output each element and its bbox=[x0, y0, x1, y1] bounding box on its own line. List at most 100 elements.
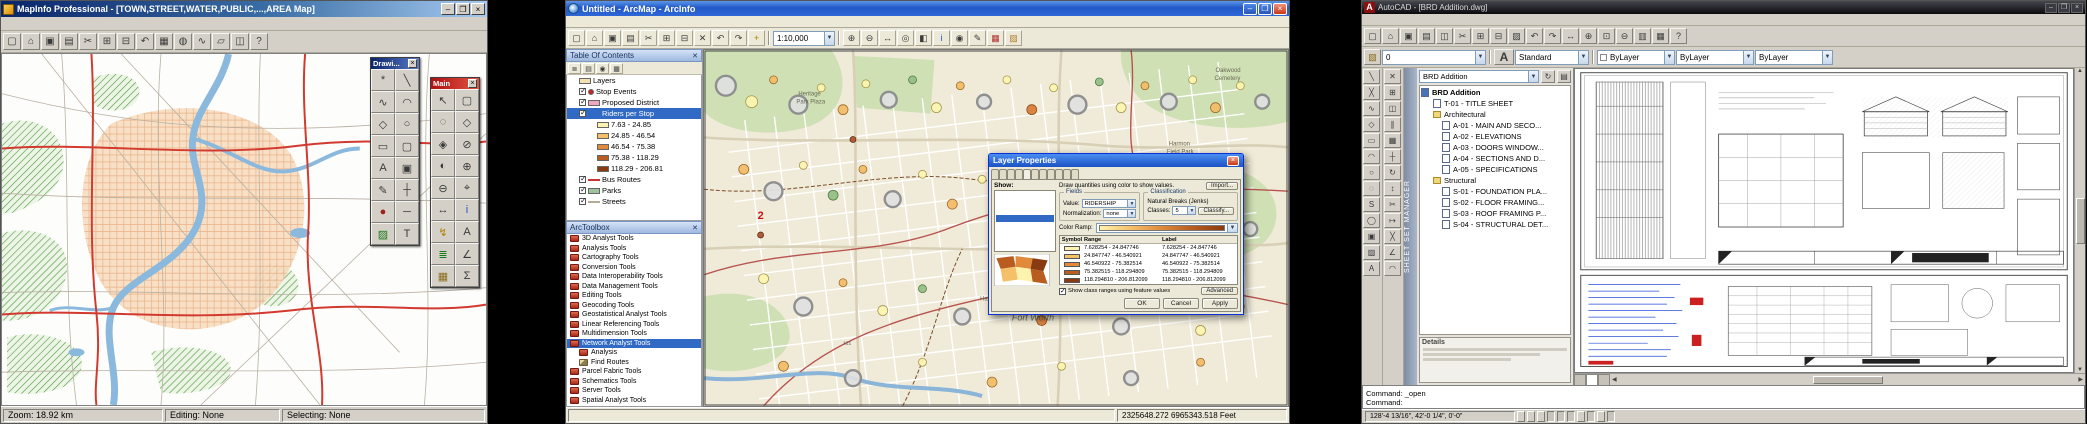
import-button[interactable]: Import... bbox=[1206, 182, 1238, 190]
dialog-tab[interactable] bbox=[1047, 169, 1055, 179]
revision-cloud-icon[interactable]: ◌ bbox=[1363, 181, 1380, 196]
apply-button[interactable]: Apply bbox=[1202, 298, 1238, 309]
color-combo[interactable]: ByLayer ▼ bbox=[1597, 50, 1675, 65]
menu-item[interactable] bbox=[1392, 19, 1402, 21]
layer-checkbox[interactable] bbox=[579, 99, 586, 106]
scrollbar-thumb[interactable] bbox=[1813, 376, 1883, 384]
insert-block-icon[interactable]: ▣ bbox=[1363, 229, 1380, 244]
mode-toggle-button[interactable] bbox=[1607, 411, 1615, 422]
command-line[interactable]: Command: _open Command: bbox=[1362, 385, 2085, 409]
toolbox-item[interactable]: Schematics Tools bbox=[567, 377, 701, 387]
show-tree-item[interactable] bbox=[996, 192, 1054, 200]
polygon-select-icon[interactable]: ◇ bbox=[455, 111, 479, 133]
scroll-right-icon[interactable]: ▶ bbox=[2078, 376, 2083, 383]
toc-layer-row[interactable]: 7.63 - 24.85 bbox=[567, 119, 701, 130]
new-redistricter-icon[interactable]: ◫ bbox=[231, 33, 249, 50]
sheet-tree-item[interactable]: Architectural bbox=[1421, 109, 1569, 120]
construction-line-icon[interactable]: ╳ bbox=[1363, 85, 1380, 100]
menu-item[interactable] bbox=[81, 23, 91, 25]
save-map-icon[interactable]: ▣ bbox=[604, 30, 621, 46]
redo-icon[interactable]: ↷ bbox=[1544, 28, 1561, 44]
dialog-tab[interactable] bbox=[1071, 169, 1079, 179]
arctoolbox-icon[interactable]: ▦ bbox=[987, 30, 1004, 46]
toc-layer-row[interactable]: 75.38 - 118.29 bbox=[567, 152, 701, 163]
polyline-icon[interactable]: ∿ bbox=[1363, 101, 1380, 116]
symbol-class-row[interactable]: 75.382515 - 118.294809 75.382515 - 118.2… bbox=[1060, 268, 1237, 276]
drawing-toolbar-titlebar[interactable]: Drawi... × bbox=[371, 58, 419, 69]
text-style-icon[interactable]: T bbox=[395, 223, 419, 245]
symbol-class-row[interactable]: 7.628254 - 24.847746 7.628254 - 24.84774… bbox=[1060, 244, 1237, 252]
rotate-icon[interactable]: ↻ bbox=[1384, 165, 1401, 180]
rounded-rectangle-tool-icon[interactable]: ▢ bbox=[395, 135, 419, 157]
pan-icon[interactable]: ↔ bbox=[879, 30, 896, 46]
sheet-tree-item[interactable]: T-01 - TITLE SHEET bbox=[1421, 98, 1569, 109]
open-icon[interactable]: ⌂ bbox=[1382, 28, 1399, 44]
close-icon[interactable]: ✕ bbox=[692, 52, 698, 60]
cut-icon[interactable]: ✂ bbox=[640, 30, 657, 46]
toc-layer-row[interactable]: 24.85 - 46.54 bbox=[567, 130, 701, 141]
menu-item[interactable] bbox=[1422, 19, 1432, 21]
scale-icon[interactable]: ↕ bbox=[1384, 181, 1401, 196]
toolbox-item[interactable]: Network Analyst Tools bbox=[567, 339, 701, 349]
break-icon[interactable]: ╳ bbox=[1384, 229, 1401, 244]
sheet-tree-item[interactable]: A-05 - SPECIFICATIONS bbox=[1421, 164, 1569, 175]
toolbox-item[interactable]: Data Management Tools bbox=[567, 282, 701, 292]
menu-item[interactable] bbox=[91, 23, 101, 25]
undo-icon[interactable]: ↶ bbox=[1526, 28, 1543, 44]
sheet-tree-item[interactable]: A-01 - MAIN AND SECO... bbox=[1421, 120, 1569, 131]
invert-selection-icon[interactable]: ◐ bbox=[431, 155, 455, 177]
status-selecting[interactable]: Selecting: None bbox=[282, 409, 485, 422]
feature-values-checkbox[interactable] bbox=[1059, 288, 1066, 295]
color-ramp-combo[interactable]: ▼ bbox=[1096, 223, 1238, 233]
menu-item[interactable] bbox=[1452, 19, 1462, 21]
close-icon[interactable]: × bbox=[1227, 156, 1239, 166]
show-tree-item[interactable] bbox=[996, 230, 1054, 238]
layout-tab[interactable] bbox=[1598, 374, 1610, 385]
paste-icon[interactable]: ⊟ bbox=[676, 30, 693, 46]
close-icon[interactable]: × bbox=[468, 79, 477, 88]
hatch-icon[interactable]: ▨ bbox=[1363, 245, 1380, 260]
toolbox-item[interactable]: Geocoding Tools bbox=[567, 301, 701, 311]
zoom-out-icon[interactable]: ⊖ bbox=[431, 177, 455, 199]
print-icon[interactable]: ▤ bbox=[60, 33, 78, 50]
mapinfo-map-view[interactable]: Drawi... × *╲∿◠◇○▭▢A▣✎┼●─▨T Main × ↖▢◌◇◈… bbox=[1, 53, 487, 406]
rectangle-tool-icon[interactable]: ▭ bbox=[371, 135, 395, 157]
select-features-icon[interactable]: ◧ bbox=[915, 30, 932, 46]
info-tool-icon[interactable]: i bbox=[455, 199, 479, 221]
maximize-button[interactable]: ❐ bbox=[1258, 3, 1272, 15]
zoom-window-icon[interactable]: ⊡ bbox=[1598, 28, 1615, 44]
symbol-class-table[interactable]: Symbol Range Label 7.628254 - 24.847746 … bbox=[1059, 235, 1238, 285]
normalization-combo[interactable]: none ▼ bbox=[1103, 209, 1136, 218]
ruler-icon[interactable]: ∠ bbox=[455, 243, 479, 265]
properties-icon[interactable]: ▥ bbox=[1634, 28, 1651, 44]
find-icon[interactable]: ◉ bbox=[951, 30, 968, 46]
undo-icon[interactable]: ↶ bbox=[136, 33, 154, 50]
save-icon[interactable]: ▣ bbox=[1400, 28, 1417, 44]
arctoolbox-header[interactable]: ArcToolbox ✕ bbox=[566, 221, 702, 234]
delete-icon[interactable]: ✕ bbox=[694, 30, 711, 46]
new-mapper-icon[interactable]: ◍ bbox=[174, 33, 192, 50]
layer-checkbox[interactable] bbox=[579, 176, 586, 183]
dialog-tab[interactable] bbox=[1039, 169, 1047, 179]
marquee-select-icon[interactable]: ▢ bbox=[455, 89, 479, 111]
copy-icon[interactable]: ⊞ bbox=[98, 33, 116, 50]
statistics-icon[interactable]: Σ bbox=[455, 265, 479, 287]
list-by-selection-icon[interactable]: ▦ bbox=[610, 63, 623, 74]
layer-control-icon[interactable]: ≣ bbox=[431, 243, 455, 265]
close-button[interactable]: × bbox=[2071, 3, 2083, 13]
show-tree-item[interactable] bbox=[996, 222, 1054, 230]
sheet-tree-item[interactable]: S-02 - FLOOR FRAMING... bbox=[1421, 197, 1569, 208]
mirror-icon[interactable]: ◫ bbox=[1384, 101, 1401, 116]
menu-item[interactable] bbox=[41, 23, 51, 25]
offset-icon[interactable]: ∥ bbox=[1384, 117, 1401, 132]
sheet-tree-item[interactable]: S-04 - STRUCTURAL DET... bbox=[1421, 219, 1569, 230]
move-icon[interactable]: ┼ bbox=[1384, 149, 1401, 164]
array-icon[interactable]: ▦ bbox=[1384, 133, 1401, 148]
undo-icon[interactable]: ↶ bbox=[712, 30, 729, 46]
advanced-button[interactable]: Advanced bbox=[1201, 287, 1238, 295]
menu-item[interactable] bbox=[1382, 19, 1392, 21]
toolbox-item[interactable]: Analysis bbox=[567, 348, 701, 358]
status-zoom[interactable]: Zoom: 18.92 km bbox=[3, 409, 163, 422]
sheetset-root[interactable]: BRD Addition bbox=[1421, 87, 1569, 98]
dialog-tab[interactable] bbox=[1015, 169, 1023, 179]
